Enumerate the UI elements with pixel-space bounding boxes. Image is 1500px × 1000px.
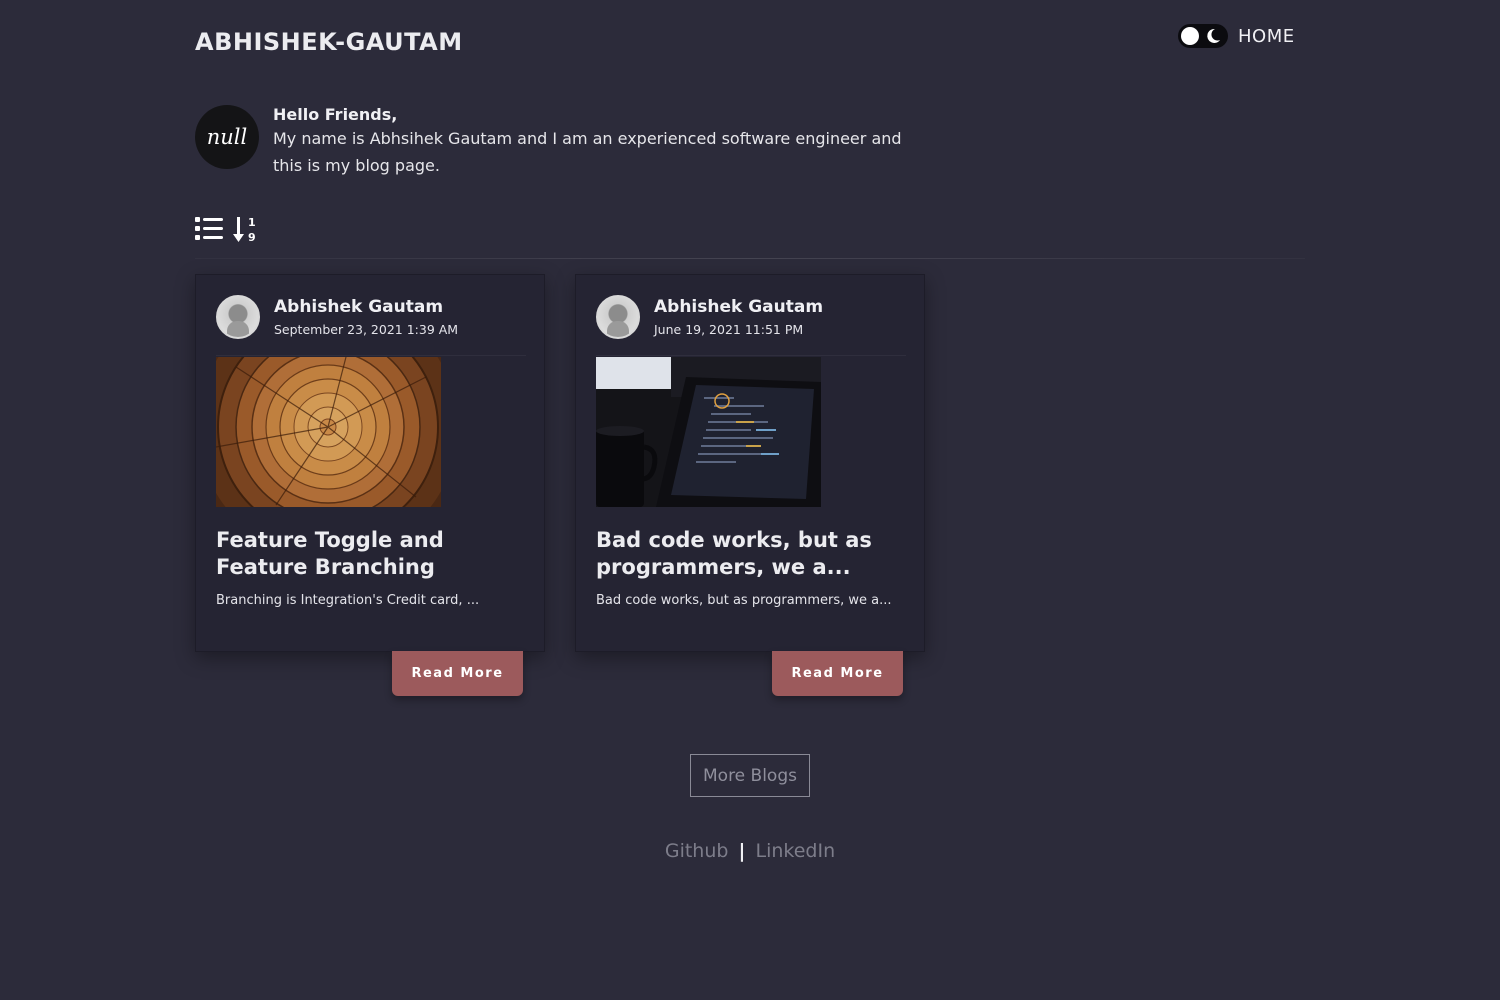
tree-rings-photo: [216, 357, 441, 507]
intro-section: null Hello Friends, My name is Abhsihek …: [195, 105, 913, 179]
footer-separator: |: [738, 840, 746, 862]
author-name: Abhishek Gautam: [654, 297, 824, 317]
avatar: null: [195, 105, 259, 169]
sort-numeric-down-icon[interactable]: 1 9: [233, 214, 263, 244]
intro-text: Hello Friends, My name is Abhsihek Gauta…: [273, 105, 913, 179]
toggle-knob: [1181, 27, 1199, 45]
blog-card: Abhishek Gautam September 23, 2021 1:39 …: [195, 274, 545, 652]
linkedin-link[interactable]: LinkedIn: [756, 840, 836, 862]
read-more-button[interactable]: Read More: [772, 651, 903, 696]
svg-text:9: 9: [248, 231, 256, 244]
moon-icon: [1207, 28, 1220, 43]
list-icon[interactable]: [195, 214, 225, 244]
post-thumbnail[interactable]: [216, 357, 441, 507]
post-excerpt: Bad code works, but as programmers, we a…: [596, 593, 892, 608]
post-excerpt: Branching is Integration's Credit card, …: [216, 593, 480, 608]
read-more-button[interactable]: Read More: [392, 651, 523, 696]
blog-card: Abhishek Gautam June 19, 2021 11:51 PM B…: [575, 274, 925, 652]
post-date: September 23, 2021 1:39 AM: [274, 322, 459, 337]
view-tools: 1 9: [195, 214, 263, 244]
footer: Github | LinkedIn: [0, 840, 1500, 862]
card-divider: [216, 355, 526, 356]
intro-greeting: Hello Friends,: [273, 105, 398, 124]
post-thumbnail[interactable]: [596, 357, 821, 507]
card-header: Abhishek Gautam September 23, 2021 1:39 …: [216, 295, 458, 339]
svg-text:1: 1: [248, 216, 256, 229]
post-date: June 19, 2021 11:51 PM: [654, 322, 804, 337]
author-name: Abhishek Gautam: [274, 297, 444, 317]
author-avatar: [216, 295, 260, 339]
top-nav: HOME: [1178, 24, 1295, 48]
home-link[interactable]: HOME: [1238, 26, 1295, 47]
post-title[interactable]: Feature Toggle and Feature Branching: [216, 527, 526, 581]
card-header: Abhishek Gautam June 19, 2021 11:51 PM: [596, 295, 823, 339]
intro-body: My name is Abhsihek Gautam and I am an e…: [273, 129, 902, 175]
laptop-code-photo: [596, 357, 821, 507]
github-link[interactable]: Github: [665, 840, 729, 862]
tools-divider: [195, 258, 1305, 259]
card-divider: [596, 355, 906, 356]
site-title[interactable]: ABHISHEK-GAUTAM: [195, 28, 463, 56]
more-blogs-button[interactable]: More Blogs: [690, 754, 810, 797]
theme-toggle[interactable]: [1178, 24, 1228, 48]
post-title[interactable]: Bad code works, but as programmers, we a…: [596, 527, 906, 581]
author-avatar: [596, 295, 640, 339]
